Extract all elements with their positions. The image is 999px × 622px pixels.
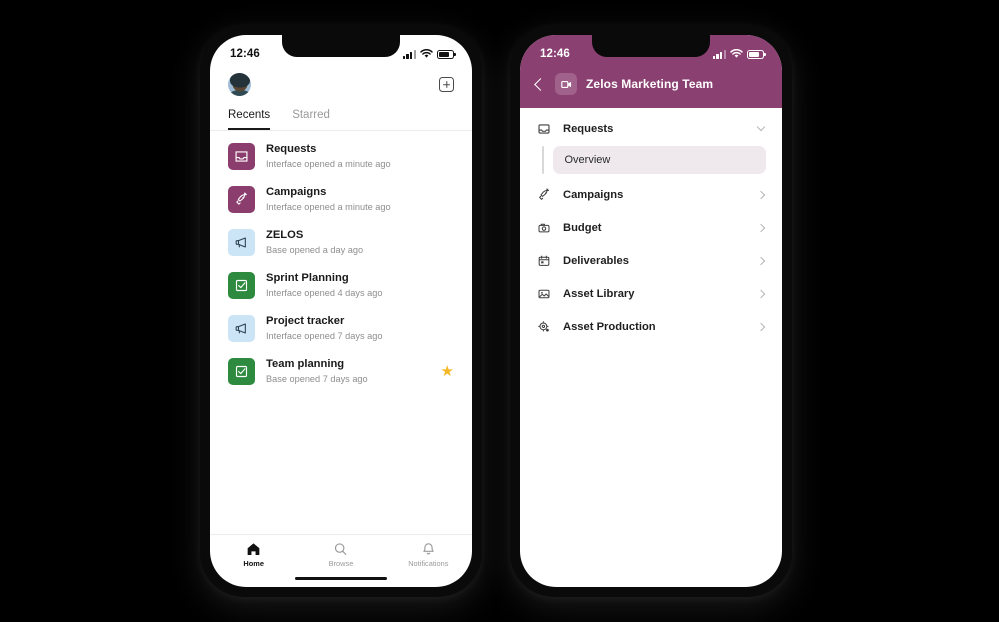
wifi-icon	[730, 49, 743, 58]
tab-bar-label: Home	[243, 558, 264, 568]
recents-list: Requests Interface opened a minute ago C…	[210, 131, 472, 534]
right-phone-frame: 12:46 Zelos Marketing Team Requests Over…	[510, 25, 792, 597]
budget-icon	[536, 220, 551, 235]
back-chevron-icon[interactable]	[534, 77, 547, 91]
screenshot-stage: 12:46 Recents Starred Requests Interface…	[0, 0, 999, 622]
status-bar-time: 12:46	[540, 48, 570, 60]
menu-item-label: Campaigns	[563, 188, 624, 201]
home-icon	[247, 542, 260, 555]
menu-item-asset-production[interactable]: Asset Production	[520, 310, 782, 343]
chevron-right-icon[interactable]	[756, 289, 766, 298]
list-item[interactable]: Project tracker Interface opened 7 days …	[210, 307, 472, 350]
chevron-right-icon[interactable]	[756, 322, 766, 331]
calendar-icon	[536, 253, 551, 268]
list-item-title: Project tracker	[266, 314, 345, 327]
menu-item-label: Requests	[563, 122, 614, 135]
tab-strip: Recents Starred	[210, 106, 472, 131]
menu-item-budget[interactable]: Budget	[520, 211, 782, 244]
signal-bars-icon	[402, 49, 416, 59]
battery-icon	[437, 49, 456, 59]
battery-icon	[747, 49, 766, 59]
menu-item-asset-library[interactable]: Asset Library	[520, 277, 782, 310]
nav-header: Zelos Marketing Team	[520, 67, 782, 108]
bottom-tab-bar: Home Browse Notifications	[210, 533, 472, 572]
signal-bars-icon	[712, 49, 726, 59]
tab-bar-label: Browse	[328, 558, 354, 568]
tab-bar-item-notifications[interactable]: Notifications	[385, 542, 472, 568]
status-bar-icons	[712, 49, 766, 59]
chevron-right-icon[interactable]	[756, 223, 766, 232]
wifi-icon	[420, 49, 433, 58]
sub-menu-item-overview[interactable]: Overview	[552, 146, 766, 174]
chevron-right-icon[interactable]	[756, 256, 766, 265]
bell-icon	[423, 542, 434, 555]
list-item[interactable]: Team planning Base opened 7 days ago ★	[210, 350, 472, 393]
sub-menu: Overview	[520, 145, 782, 178]
menu-item-requests[interactable]: Requests	[520, 112, 782, 145]
nav-menu: Requests Overview Campaigns Budget Deliv…	[520, 108, 782, 587]
menu-item-deliverables[interactable]: Deliverables	[520, 244, 782, 277]
list-item-title: Campaigns	[266, 185, 327, 198]
page-title: Zelos Marketing Team	[586, 77, 714, 91]
rocket-icon	[228, 185, 255, 213]
status-bar-icons	[402, 49, 456, 59]
checkbox-icon	[228, 357, 255, 385]
chevron-right-icon[interactable]	[756, 190, 766, 199]
asset-production-icon	[536, 319, 551, 334]
sub-menu-rail	[542, 146, 544, 174]
tab-recents[interactable]: Recents	[228, 106, 271, 130]
megaphone-icon	[228, 314, 255, 342]
inbox-icon	[228, 142, 255, 170]
list-item-title: ZELOS	[266, 228, 304, 241]
megaphone-icon	[228, 228, 255, 256]
list-item-subtitle: Interface opened a minute ago	[266, 159, 391, 170]
left-phone-frame: 12:46 Recents Starred Requests Interface…	[200, 25, 482, 597]
menu-item-campaigns[interactable]: Campaigns	[520, 178, 782, 211]
menu-item-label: Budget	[563, 221, 602, 234]
tab-starred[interactable]: Starred	[292, 106, 330, 130]
search-icon	[335, 542, 347, 555]
tab-bar-item-browse[interactable]: Browse	[297, 542, 384, 568]
list-item[interactable]: ZELOS Base opened a day ago	[210, 221, 472, 264]
status-bar-time: 12:46	[230, 48, 260, 60]
notch	[592, 35, 710, 57]
checkbox-icon	[228, 271, 255, 299]
menu-item-label: Deliverables	[563, 254, 629, 267]
avatar[interactable]	[228, 73, 251, 96]
left-phone-screen: 12:46 Recents Starred Requests Interface…	[210, 35, 472, 587]
list-item-title: Team planning	[266, 357, 345, 370]
top-bar	[210, 67, 472, 106]
inbox-icon	[536, 121, 551, 136]
image-icon	[536, 286, 551, 301]
list-item[interactable]: Requests Interface opened a minute ago	[210, 135, 472, 178]
list-item[interactable]: Sprint Planning Interface opened 4 days …	[210, 264, 472, 307]
right-phone-screen: 12:46 Zelos Marketing Team Requests Over…	[520, 35, 782, 587]
list-item-title: Sprint Planning	[266, 271, 349, 284]
tab-bar-item-home[interactable]: Home	[210, 542, 297, 568]
tab-bar-label: Notifications	[408, 558, 449, 568]
list-item-subtitle: Base opened a day ago	[266, 245, 364, 256]
menu-item-label: Asset Production	[563, 320, 656, 333]
add-icon[interactable]	[439, 77, 454, 92]
chevron-down-icon[interactable]	[756, 122, 766, 132]
list-item-title: Requests	[266, 143, 317, 155]
star-icon[interactable]: ★	[441, 364, 454, 379]
rocket-icon	[536, 187, 551, 202]
list-item-subtitle: Interface opened a minute ago	[266, 202, 391, 213]
list-item-subtitle: Interface opened 7 days ago	[266, 331, 383, 342]
notch	[282, 35, 400, 57]
menu-item-label: Asset Library	[563, 287, 635, 300]
list-item[interactable]: Campaigns Interface opened a minute ago	[210, 178, 472, 221]
list-item-subtitle: Base opened 7 days ago	[266, 374, 368, 385]
home-indicator[interactable]	[210, 572, 472, 587]
app-badge-icon	[555, 73, 577, 95]
list-item-subtitle: Interface opened 4 days ago	[266, 288, 383, 299]
